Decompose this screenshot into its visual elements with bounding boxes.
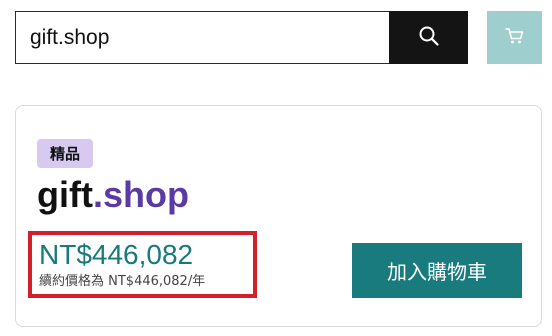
price-highlight-box: NT$446,082 續約價格為 NT$446,082/年 — [28, 231, 257, 298]
domain-search-page: 精品 gift.shop NT$446,082 續約價格為 NT$446,082… — [0, 0, 552, 336]
add-to-cart-button[interactable]: 加入購物車 — [352, 243, 522, 298]
domain-tld: .shop — [92, 174, 189, 215]
search-input[interactable] — [15, 11, 389, 64]
renewal-price: 續約價格為 NT$446,082/年 — [39, 274, 206, 289]
domain-result-card: 精品 gift.shop NT$446,082 續約價格為 NT$446,082… — [15, 105, 542, 327]
search-button[interactable] — [389, 11, 468, 64]
cart-icon — [504, 27, 525, 48]
cart-button[interactable] — [487, 11, 542, 64]
premium-badge: 精品 — [37, 139, 93, 168]
domain-sld: gift — [37, 174, 93, 215]
search-icon — [418, 25, 440, 50]
domain-name: gift.shop — [37, 173, 189, 217]
price: NT$446,082 — [39, 239, 194, 270]
